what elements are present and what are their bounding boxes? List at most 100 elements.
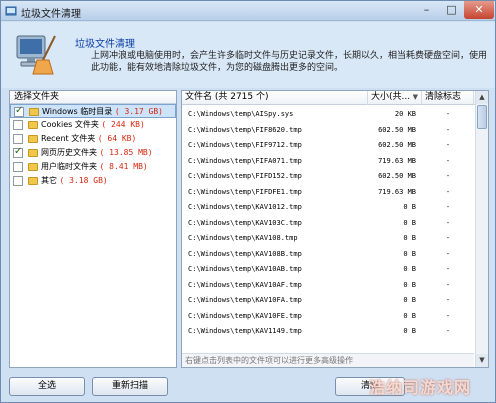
column-flag-label: 清除标志 (425, 92, 462, 102)
file-clear-flag: - (445, 125, 451, 134)
folder-label: Cookies 文件夹 ( 244 KB) (41, 118, 145, 132)
main-window: 垃圾文件清理 – □ ✕ 垃圾文件清理 上网冲浪或电脑使用时，会产生许多临时文件… (0, 0, 496, 403)
file-row[interactable]: C:\Windows\temp\FIFA071.tmp 719.63 MB - (182, 154, 474, 170)
status-hint: 右键点击列表中的文件项可以进行更多高级操作 (182, 353, 474, 367)
folder-list: Windows 临时目录 ( 3.17 GB)Cookies 文件夹 ( 244… (10, 104, 176, 188)
file-name: C:\Windows\temp\FIF9712.tmp (188, 141, 302, 149)
file-size: 602.50 MB (378, 172, 416, 180)
file-row[interactable]: C:\Windows\temp\FIFD152.tmp 602.50 MB - (182, 169, 474, 185)
folder-icon (28, 135, 38, 143)
folder-label: Windows 临时目录 ( 3.17 GB) (42, 105, 163, 119)
file-clear-flag: - (445, 203, 451, 211)
folder-checkbox[interactable] (13, 120, 23, 130)
folder-checkbox[interactable] (13, 162, 23, 172)
watermark: 浩纳司游戏网 (369, 378, 472, 397)
file-name: C:\Windows\temp\AISpy.sys (188, 110, 294, 118)
folder-checkbox[interactable] (14, 104, 24, 118)
file-size: 20 KB (394, 110, 416, 118)
column-header-filename[interactable]: 文件名 (共 2715 个) (182, 91, 368, 105)
file-size: 0 B (403, 280, 416, 289)
maximize-button[interactable]: □ (439, 1, 464, 19)
folder-item[interactable]: Recent 文件夹 ( 64 KB) (10, 132, 176, 146)
folder-label: Recent 文件夹 ( 64 KB) (41, 132, 136, 146)
scroll-down-icon[interactable]: ▼ (476, 354, 488, 367)
file-row[interactable]: C:\Windows\temp\KAV1012.tmp 0 B - (182, 200, 474, 216)
folder-checkbox[interactable] (13, 145, 23, 159)
file-name: C:\Windows\temp\KAV10AF.tmp (188, 280, 302, 289)
file-clear-flag: - (445, 280, 451, 289)
scroll-up-icon[interactable]: ▲ (476, 91, 488, 104)
file-size: 0 B (403, 203, 416, 211)
file-clear-flag: - (445, 234, 451, 242)
file-size: 719.63 MB (378, 156, 416, 165)
file-row[interactable]: C:\Windows\temp\KAV108.tmp 0 B - (182, 231, 474, 247)
folder-size: ( 64 KB) (97, 134, 137, 143)
file-size: 0 B (403, 327, 416, 335)
file-name: C:\Windows\temp\FIFD152.tmp (188, 172, 302, 180)
file-size: 719.63 MB (378, 187, 416, 196)
file-name: C:\Windows\temp\FIF8620.tmp (188, 125, 302, 134)
file-size: 602.50 MB (378, 125, 416, 134)
folder-name: 用户临时文件夹 (41, 162, 97, 171)
file-list-panel: 文件名 (共 2715 个) 大小(共... ▼ 清除标志 C:\Windows… (181, 90, 489, 368)
file-clear-flag: - (445, 156, 451, 165)
file-clear-flag: - (445, 141, 451, 149)
folder-icon (29, 108, 39, 116)
file-name: C:\Windows\temp\FIFA071.tmp (188, 156, 302, 165)
file-name: C:\Windows\temp\FIFDFE1.tmp (188, 187, 302, 196)
file-size: 0 B (403, 296, 416, 304)
file-size: 0 B (403, 218, 416, 227)
file-name: C:\Windows\temp\KAV10FA.tmp (188, 296, 302, 304)
minimize-button[interactable]: – (414, 1, 439, 19)
window-title: 垃圾文件清理 (21, 9, 81, 20)
file-row[interactable]: C:\Windows\temp\AISpy.sys 20 KB - (182, 107, 474, 123)
file-row[interactable]: C:\Windows\temp\KAV10AB.tmp 0 B - (182, 262, 474, 278)
folder-name: 网页历史文件夹 (41, 148, 97, 157)
file-name: C:\Windows\temp\KAV1149.tmp (188, 327, 302, 335)
file-clear-flag: - (445, 311, 451, 320)
file-row[interactable]: C:\Windows\temp\KAV10FE.tmp 0 B - (182, 309, 474, 325)
folder-name: Windows 临时目录 (42, 107, 113, 116)
folder-item[interactable]: 用户临时文件夹 ( 8.41 MB) (10, 160, 176, 174)
computer-broom-icon (16, 35, 56, 75)
file-row[interactable]: C:\Windows\temp\FIF8620.tmp 602.50 MB - (182, 123, 474, 139)
header-title: 垃圾文件清理 (75, 39, 135, 50)
folder-icon (28, 149, 38, 157)
file-clear-flag: - (445, 265, 451, 273)
sort-arrow-icon: ▼ (412, 93, 418, 101)
file-size: 0 B (403, 249, 416, 258)
folder-item[interactable]: 其它 ( 3.18 GB) (10, 174, 176, 188)
folder-checkbox[interactable] (13, 176, 23, 186)
file-row[interactable]: C:\Windows\temp\KAV103C.tmp 0 B - (182, 216, 474, 232)
file-row[interactable]: C:\Windows\temp\KAV108B.tmp 0 B - (182, 247, 474, 263)
folder-item[interactable]: Cookies 文件夹 ( 244 KB) (10, 118, 176, 132)
column-header-clear-flag[interactable]: 清除标志 (422, 91, 474, 105)
scroll-thumb[interactable] (477, 105, 487, 129)
file-row[interactable]: C:\Windows\temp\KAV10FA.tmp 0 B - (182, 293, 474, 309)
folder-checkbox[interactable] (13, 134, 23, 144)
file-rows: C:\Windows\temp\AISpy.sys 20 KB - C:\Window… (182, 107, 474, 340)
file-row[interactable]: C:\Windows\temp\FIF9712.tmp 602.50 MB - (182, 138, 474, 154)
rescan-button[interactable]: 重新扫描 (92, 377, 168, 396)
folder-item[interactable]: 网页历史文件夹 ( 13.85 MB) (10, 145, 176, 160)
folder-item[interactable]: Windows 临时目录 ( 3.17 GB) (10, 104, 176, 118)
title-bar[interactable]: 垃圾文件清理 – □ ✕ (1, 1, 495, 21)
file-name: C:\Windows\temp\KAV103C.tmp (188, 218, 302, 227)
app-icon (5, 6, 17, 16)
folder-icon (28, 177, 38, 185)
file-row[interactable]: C:\Windows\temp\FIFDFE1.tmp 719.63 MB - (182, 185, 474, 201)
file-size: 602.50 MB (378, 141, 416, 149)
file-row[interactable]: C:\Windows\temp\KAV10AF.tmp 0 B - (182, 278, 474, 294)
vertical-scrollbar[interactable]: ▲ ▼ (475, 91, 488, 367)
folder-panel-header: 选择文件夹 (10, 91, 176, 104)
folder-selection-panel: 选择文件夹 Windows 临时目录 ( 3.17 GB)Cookies 文件夹… (9, 90, 177, 368)
file-name: C:\Windows\temp\KAV10FE.tmp (188, 311, 302, 320)
column-header-size[interactable]: 大小(共... ▼ (368, 91, 422, 105)
folder-name: Cookies 文件夹 (41, 120, 99, 129)
select-all-button[interactable]: 全选 (9, 377, 85, 396)
file-clear-flag: - (445, 218, 451, 227)
file-row[interactable]: C:\Windows\temp\KAV1149.tmp 0 B - (182, 324, 474, 340)
close-button[interactable]: ✕ (464, 1, 494, 19)
folder-size: ( 3.17 GB) (114, 107, 163, 116)
folder-size: ( 8.41 MB) (99, 162, 148, 171)
